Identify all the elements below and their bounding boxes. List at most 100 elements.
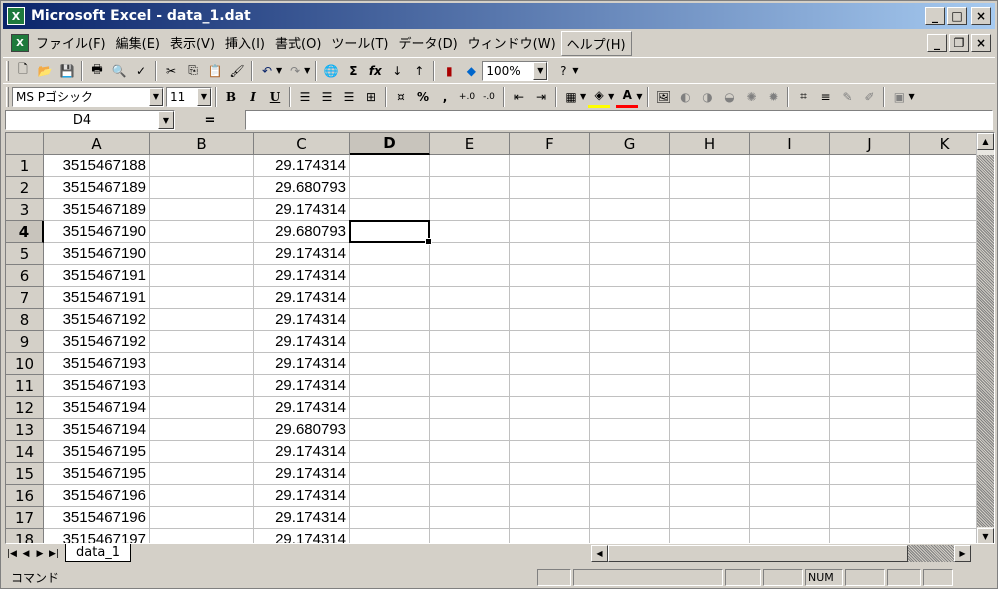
cell-j4[interactable]: [830, 221, 910, 243]
cell-e13[interactable]: [430, 419, 510, 441]
cell-f18[interactable]: [510, 529, 590, 543]
cell-b10[interactable]: [150, 353, 254, 375]
cell-i6[interactable]: [750, 265, 830, 287]
column-header-k[interactable]: K: [910, 133, 980, 155]
cell-a3[interactable]: 3515467189: [44, 199, 150, 221]
decrease-indent-icon[interactable]: ⇤: [508, 86, 530, 108]
bold-button[interactable]: B: [220, 86, 242, 108]
zoom-select[interactable]: 100% ▼: [482, 60, 549, 81]
cell-d15[interactable]: [350, 463, 430, 485]
cell-c1[interactable]: 29.174314: [254, 155, 350, 177]
cell-d17[interactable]: [350, 507, 430, 529]
cell-j17[interactable]: [830, 507, 910, 529]
cell-a11[interactable]: 3515467193: [44, 375, 150, 397]
toolbar-options-icon[interactable]: ▼: [572, 66, 578, 75]
row-header[interactable]: 15: [6, 463, 44, 485]
cell-f8[interactable]: [510, 309, 590, 331]
cell-h17[interactable]: [670, 507, 750, 529]
format-painter-icon[interactable]: 🖌: [226, 60, 248, 82]
cell-g17[interactable]: [590, 507, 670, 529]
cell-j14[interactable]: [830, 441, 910, 463]
column-header-j[interactable]: J: [830, 133, 910, 155]
cell-k8[interactable]: [910, 309, 980, 331]
cell-f15[interactable]: [510, 463, 590, 485]
cell-a18[interactable]: 3515467197: [44, 529, 150, 543]
fill-color-dropdown-icon[interactable]: ▼: [608, 92, 614, 101]
menu-item-7[interactable]: ウィンドウ(W): [463, 31, 561, 56]
spelling-icon[interactable]: ✓: [130, 60, 152, 82]
cell-a16[interactable]: 3515467196: [44, 485, 150, 507]
cell-f13[interactable]: [510, 419, 590, 441]
cell-k2[interactable]: [910, 177, 980, 199]
font-name-select[interactable]: MS Pゴシック ▼: [12, 86, 164, 107]
row-header[interactable]: 11: [6, 375, 44, 397]
cell-e2[interactable]: [430, 177, 510, 199]
cell-g15[interactable]: [590, 463, 670, 485]
copy-icon[interactable]: ⎘: [182, 60, 204, 82]
cell-k18[interactable]: [910, 529, 980, 543]
chevron-down-icon[interactable]: ▼: [197, 87, 211, 106]
cell-b5[interactable]: [150, 243, 254, 265]
picture-icon[interactable]: 🖼: [652, 86, 674, 108]
underline-button[interactable]: U: [264, 86, 286, 108]
cell-j13[interactable]: [830, 419, 910, 441]
cell-f5[interactable]: [510, 243, 590, 265]
cell-j10[interactable]: [830, 353, 910, 375]
row-header[interactable]: 6: [6, 265, 44, 287]
cell-h11[interactable]: [670, 375, 750, 397]
cell-c5[interactable]: 29.174314: [254, 243, 350, 265]
brightness-down-icon[interactable]: ✹: [762, 86, 784, 108]
toolbar-grip[interactable]: [6, 86, 9, 107]
menu-item-8[interactable]: ヘルプ(H): [560, 30, 632, 56]
cell-b14[interactable]: [150, 441, 254, 463]
menu-item-0[interactable]: ファイル(F): [31, 31, 111, 56]
cell-c15[interactable]: 29.174314: [254, 463, 350, 485]
cell-i17[interactable]: [750, 507, 830, 529]
cell-g11[interactable]: [590, 375, 670, 397]
cell-i12[interactable]: [750, 397, 830, 419]
formula-input[interactable]: [245, 110, 993, 130]
cell-f11[interactable]: [510, 375, 590, 397]
cell-c13[interactable]: 29.680793: [254, 419, 350, 441]
cell-j6[interactable]: [830, 265, 910, 287]
cell-k16[interactable]: [910, 485, 980, 507]
name-box[interactable]: D4 ▼: [5, 110, 175, 130]
select-all-corner[interactable]: [6, 133, 44, 155]
cell-d5[interactable]: [350, 243, 430, 265]
cell-d1[interactable]: [350, 155, 430, 177]
cell-a7[interactable]: 3515467191: [44, 287, 150, 309]
cell-b11[interactable]: [150, 375, 254, 397]
row-header[interactable]: 13: [6, 419, 44, 441]
cell-g4[interactable]: [590, 221, 670, 243]
row-header[interactable]: 7: [6, 287, 44, 309]
cell-c9[interactable]: 29.174314: [254, 331, 350, 353]
cell-f16[interactable]: [510, 485, 590, 507]
italic-button[interactable]: I: [242, 86, 264, 108]
cell-b8[interactable]: [150, 309, 254, 331]
cell-e17[interactable]: [430, 507, 510, 529]
cell-c2[interactable]: 29.680793: [254, 177, 350, 199]
cell-k4[interactable]: [910, 221, 980, 243]
cell-b17[interactable]: [150, 507, 254, 529]
decrease-decimal-icon[interactable]: -.0: [478, 86, 500, 108]
cell-b13[interactable]: [150, 419, 254, 441]
cell-h16[interactable]: [670, 485, 750, 507]
cell-j3[interactable]: [830, 199, 910, 221]
cell-g7[interactable]: [590, 287, 670, 309]
cell-b9[interactable]: [150, 331, 254, 353]
cell-d6[interactable]: [350, 265, 430, 287]
menu-item-2[interactable]: 表示(V): [165, 31, 220, 56]
cell-k1[interactable]: [910, 155, 980, 177]
cell-f12[interactable]: [510, 397, 590, 419]
image-less-contrast-icon[interactable]: ◒: [718, 86, 740, 108]
cell-i13[interactable]: [750, 419, 830, 441]
cell-e14[interactable]: [430, 441, 510, 463]
cell-h13[interactable]: [670, 419, 750, 441]
cell-h10[interactable]: [670, 353, 750, 375]
cell-a2[interactable]: 3515467189: [44, 177, 150, 199]
cell-a17[interactable]: 3515467196: [44, 507, 150, 529]
cell-g3[interactable]: [590, 199, 670, 221]
cell-d13[interactable]: [350, 419, 430, 441]
cell-j7[interactable]: [830, 287, 910, 309]
cell-c12[interactable]: 29.174314: [254, 397, 350, 419]
